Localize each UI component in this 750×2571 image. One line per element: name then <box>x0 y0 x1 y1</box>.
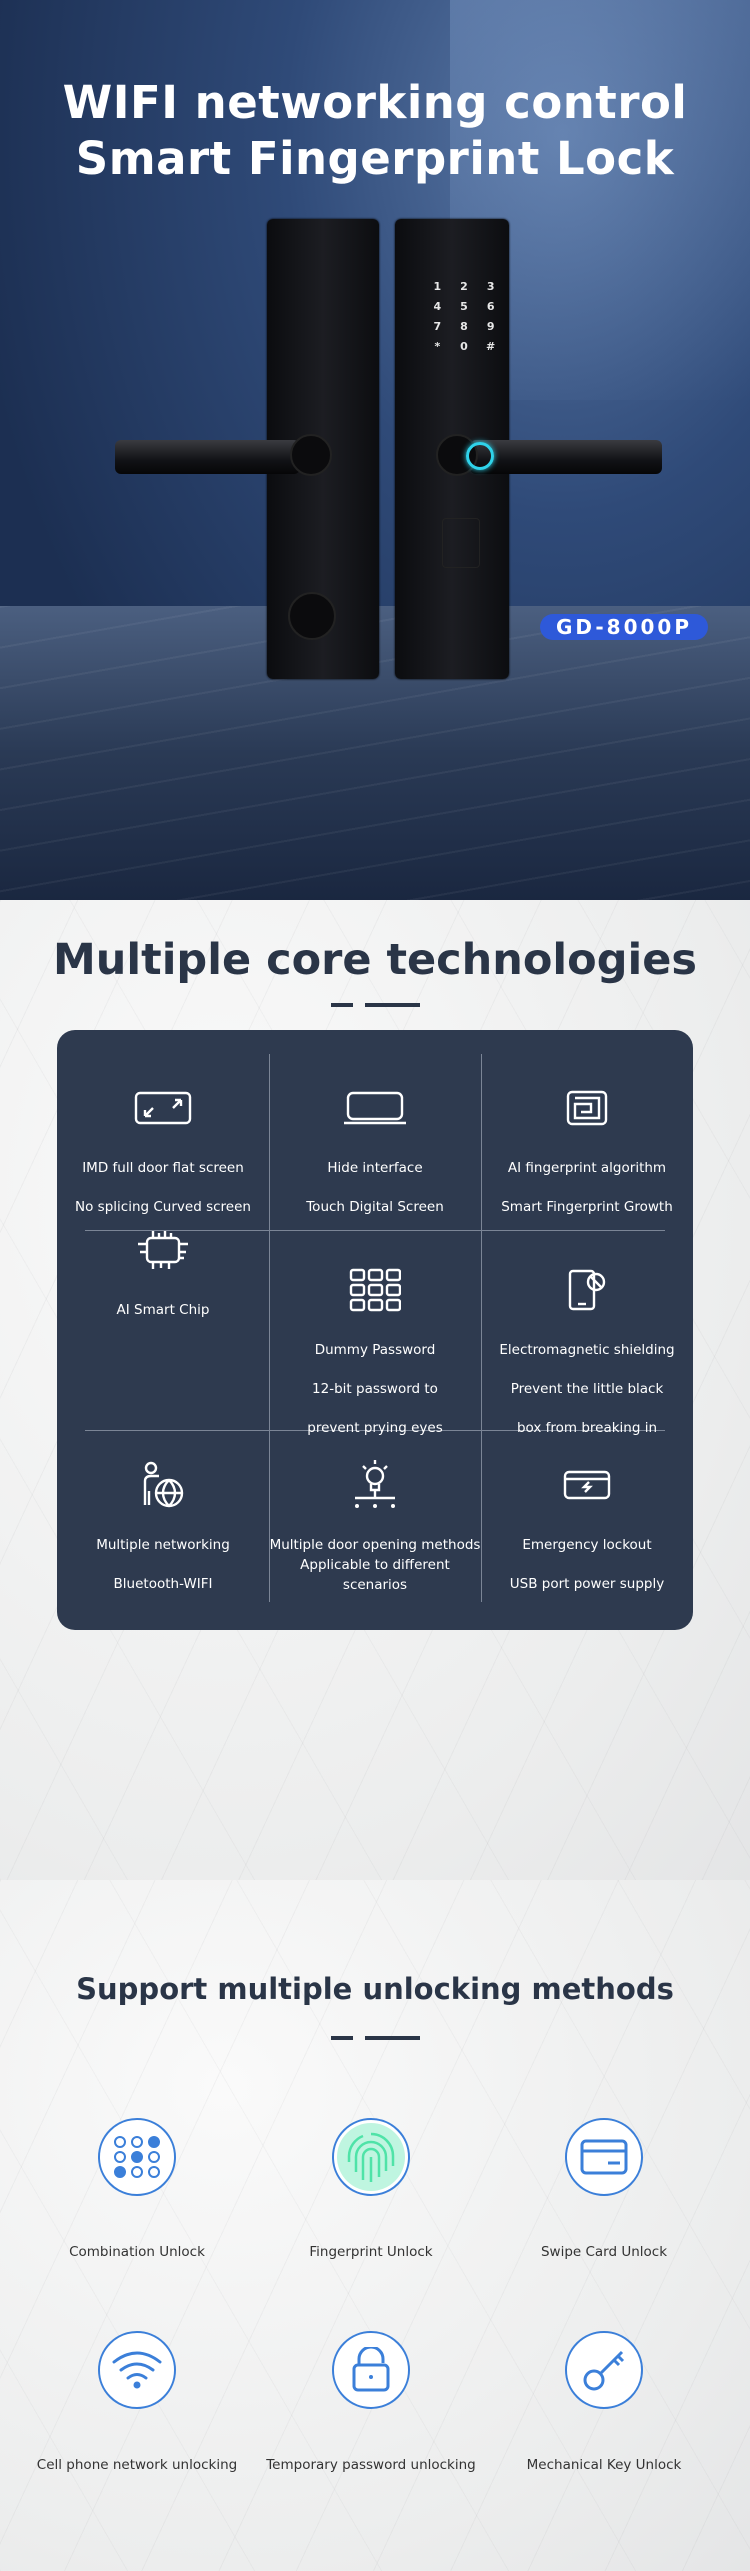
feature-cell: Electromagnetic shielding Prevent the lit… <box>481 1260 693 1438</box>
combination-keypad-icon <box>98 2118 176 2196</box>
model-badge: GD-8000P <box>540 614 708 640</box>
feature-cell: Hide interface Touch Digital Screen <box>269 1078 481 1217</box>
feature-text: No splicing Curved screen <box>75 1199 251 1215</box>
person-globe-icon <box>57 1455 269 1515</box>
feature-cell: Dummy Password 12-bit password to prevent … <box>269 1260 481 1438</box>
wifi-icon <box>98 2331 176 2409</box>
core-tech-card: IMD full door flat screen No splicing Cur… <box>57 1030 693 1630</box>
feature-text: Emergency lockout <box>522 1537 652 1553</box>
unlock-method-label: Combination Unlock <box>69 2244 205 2260</box>
feature-text: Multiple door opening methods <box>269 1537 481 1553</box>
feature-cell: IMD full door flat screen No splicing Cur… <box>57 1078 269 1217</box>
phone-shield-icon <box>481 1260 693 1320</box>
lightbulb-network-icon <box>269 1455 481 1515</box>
feature-text: USB port power supply <box>509 1576 665 1592</box>
hero-banner: WIFI networking control Smart Fingerprin… <box>0 0 750 900</box>
title-dash <box>365 2036 420 2040</box>
keypad-grid-icon <box>269 1260 481 1320</box>
keypad-key: 2 <box>460 280 468 293</box>
title-dash <box>331 1003 353 1007</box>
lock-keypad: 1 2 3 4 5 6 7 8 9 * 0 # <box>424 280 504 353</box>
unlock-method-label: Cell phone network unlocking <box>36 2457 238 2473</box>
padlock-open-icon <box>332 2331 410 2409</box>
unlock-method: Mechanical Key Unlock <box>489 2331 719 2473</box>
key-icon <box>565 2331 643 2409</box>
fingerprint-icon <box>332 2118 410 2196</box>
maze-fingerprint-icon <box>481 1078 693 1138</box>
unlock-method-label: Fingerprint Unlock <box>309 2244 433 2260</box>
feature-cell: AI Smart Chip <box>57 1220 269 1320</box>
feature-cell: Emergency lockout USB port power supply <box>481 1455 693 1594</box>
keypad-key: # <box>486 340 496 353</box>
unlock-method-label: Temporary password unlocking <box>266 2457 476 2473</box>
feature-text: Touch Digital Screen <box>306 1199 444 1215</box>
keypad-key: 4 <box>433 300 442 313</box>
feature-text: IMD full door flat screen <box>82 1160 244 1176</box>
feature-text: Prevent the little black <box>510 1381 664 1397</box>
keypad-key: 0 <box>460 340 468 353</box>
unlock-method: Cell phone network unlocking <box>22 2331 252 2473</box>
feature-cell: Multiple networking Bluetooth-WIFI <box>57 1455 269 1594</box>
feature-text: prevent prying eyes <box>307 1420 443 1436</box>
unlock-method: Combination Unlock <box>22 2118 252 2260</box>
keypad-key: 6 <box>486 300 495 313</box>
feature-text: box from breaking in <box>516 1420 658 1436</box>
title-dash <box>331 2036 353 2040</box>
keypad-key: 7 <box>433 320 442 333</box>
unlock-method: Fingerprint Unlock <box>256 2118 486 2260</box>
unlock-method-label: Mechanical Key Unlock <box>526 2457 682 2473</box>
chip-icon <box>57 1220 269 1280</box>
hero-title-line2: Smart Fingerprint Lock <box>75 132 675 185</box>
feature-cell: Multiple door opening methods Applicable … <box>269 1455 481 1595</box>
feature-text: Multiple networking <box>96 1537 230 1553</box>
laptop-icon <box>269 1078 481 1138</box>
feature-text: Electromagnetic shielding <box>499 1342 675 1358</box>
feature-text: 12-bit password to <box>312 1381 438 1397</box>
hero-title-line1: WIFI networking control <box>62 76 688 129</box>
keypad-key: * <box>434 340 441 353</box>
keypad-key: 9 <box>486 320 495 333</box>
card-icon <box>565 2118 643 2196</box>
feature-text: AI Smart Chip <box>116 1302 210 1318</box>
fingerprint-sensor-icon <box>466 442 494 470</box>
feature-text: AI fingerprint algorithm <box>507 1160 667 1176</box>
unlock-method-label: Swipe Card Unlock <box>540 2244 668 2260</box>
unlock-method: Swipe Card Unlock <box>489 2118 719 2260</box>
feature-text: Smart Fingerprint Growth <box>501 1199 673 1215</box>
keypad-key: 8 <box>460 320 468 333</box>
expand-screen-icon <box>57 1078 269 1138</box>
unlock-title: Support multiple unlocking methods <box>76 1972 674 2006</box>
feature-cell: AI fingerprint algorithm Smart Fingerprin… <box>481 1078 693 1217</box>
keypad-key: 1 <box>433 280 442 293</box>
keypad-key: 3 <box>486 280 495 293</box>
feature-text: Hide interface <box>327 1160 423 1176</box>
title-dash <box>365 1003 420 1007</box>
usb-power-icon <box>481 1455 693 1515</box>
feature-text: Applicable to different scenarios <box>300 1557 450 1593</box>
keypad-key: 5 <box>460 300 468 313</box>
feature-text: Dummy Password <box>314 1342 436 1358</box>
unlock-method: Temporary password unlocking <box>256 2331 486 2473</box>
feature-text: Bluetooth-WIFI <box>113 1576 213 1592</box>
core-title: Multiple core technologies <box>53 935 697 985</box>
